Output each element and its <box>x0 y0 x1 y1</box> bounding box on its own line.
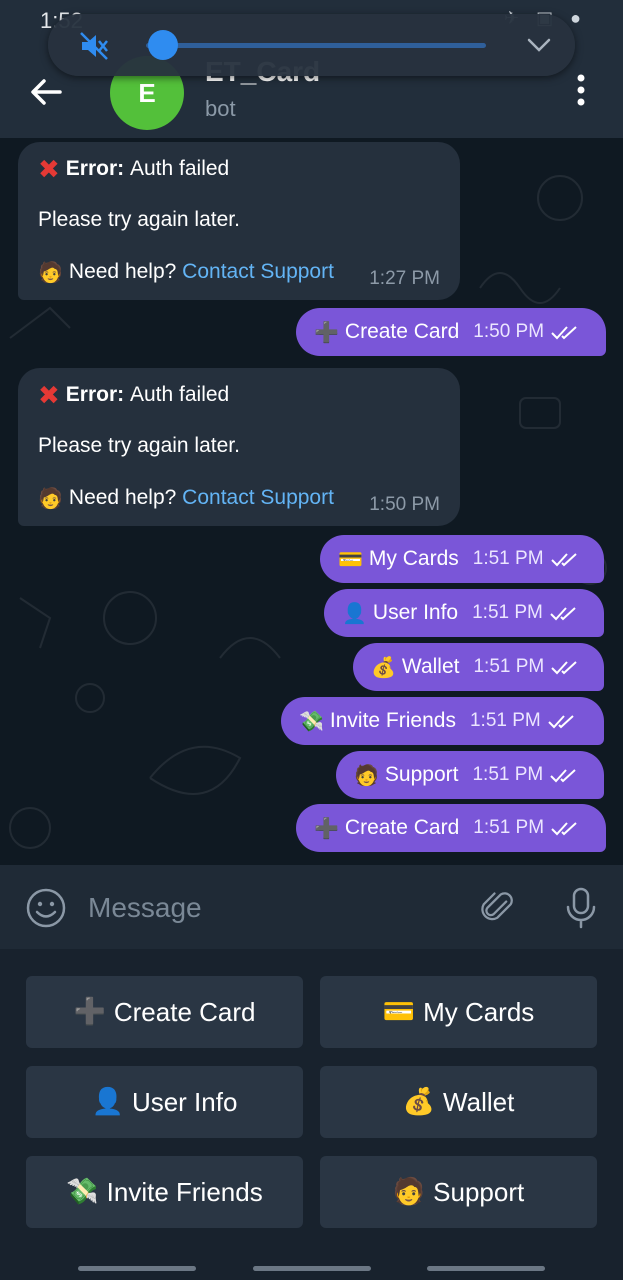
nav-handle[interactable] <box>253 1266 371 1271</box>
system-nav-bar <box>0 1258 623 1280</box>
double-check-icon <box>548 715 574 729</box>
message-composer <box>0 865 623 949</box>
message-list[interactable]: ✖ Error: Auth failed Please try again la… <box>0 138 623 865</box>
error-line: ✖ Error: Auth failed <box>38 156 229 182</box>
plus-icon: ➕ <box>314 816 339 840</box>
retry-text: Please try again later. <box>38 434 240 457</box>
incoming-message[interactable]: ✖ Error: Auth failed Please try again la… <box>18 142 460 300</box>
user-icon: 👤 <box>342 601 367 625</box>
message-text: User Info <box>372 601 459 624</box>
button-label: My Cards <box>423 996 535 1027</box>
message-time: 1:51 PM <box>472 764 544 785</box>
support-agent-icon: 🧑 <box>392 1177 426 1207</box>
message-time: 1:50 PM <box>369 494 440 515</box>
double-check-icon <box>550 769 576 783</box>
volume-slider-track[interactable] <box>146 43 486 48</box>
outgoing-message[interactable]: ➕ Create Card 1:51 PM <box>296 804 606 852</box>
error-line: ✖ Error: Auth failed <box>38 382 229 408</box>
chat-subtitle: bot <box>205 96 236 121</box>
smiley-icon[interactable] <box>25 887 67 929</box>
nav-handle[interactable] <box>78 1266 196 1271</box>
outgoing-message[interactable]: 💸 Invite Friends 1:51 PM <box>281 697 604 745</box>
keyboard-button-user-info[interactable]: 👤 User Info <box>26 1066 303 1138</box>
button-label: User Info <box>131 1086 238 1117</box>
outgoing-message[interactable]: 🧑 Support 1:51 PM <box>336 751 604 799</box>
message-text: Create Card <box>344 816 460 839</box>
credit-card-icon: 💳 <box>382 997 416 1027</box>
contact-support-link[interactable]: Contact Support <box>182 486 334 510</box>
button-label: Create Card <box>113 996 256 1027</box>
paperclip-icon[interactable] <box>478 887 518 929</box>
volume-slider-thumb[interactable] <box>148 30 178 60</box>
contact-support-link[interactable]: Contact Support <box>182 260 334 284</box>
plus-icon: ➕ <box>73 997 106 1027</box>
message-time: 1:51 PM <box>473 817 545 838</box>
double-check-icon <box>550 553 577 567</box>
chat-header: 1:52 ✈ ▣ ● E ET_Card bot <box>0 0 623 138</box>
error-text: Auth failed <box>130 157 230 180</box>
bot-keyboard: ➕ Create Card 💳 My Cards 👤 User Info 💰 W… <box>0 949 623 1280</box>
double-check-icon <box>551 822 577 836</box>
telegram-chat-screen: 1:52 ✈ ▣ ● E ET_Card bot <box>0 0 623 1280</box>
message-input[interactable] <box>88 887 448 929</box>
error-text: Auth failed <box>130 383 230 406</box>
cross-mark-icon: ✖ <box>38 154 60 184</box>
plus-icon: ➕ <box>314 320 339 344</box>
outgoing-message[interactable]: ➕ Create Card 1:50 PM <box>296 308 606 356</box>
cross-mark-icon: ✖ <box>38 380 60 410</box>
back-arrow-icon[interactable] <box>26 72 66 112</box>
incoming-message[interactable]: ✖ Error: Auth failed Please try again la… <box>18 368 460 526</box>
keyboard-button-wallet[interactable]: 💰 Wallet <box>320 1066 597 1138</box>
double-check-icon <box>550 607 576 621</box>
support-agent-icon: 🧑 <box>354 763 379 787</box>
message-text: Wallet <box>401 655 460 678</box>
message-text: Create Card <box>344 320 460 343</box>
message-time: 1:51 PM <box>472 548 544 569</box>
help-text: Need help? <box>68 260 177 283</box>
message-text: Support <box>384 763 459 786</box>
money-wings-icon: 💸 <box>299 709 324 733</box>
help-line: 🧑 Need help? Contact Support <box>38 486 334 510</box>
credit-card-icon: 💳 <box>338 547 363 571</box>
mute-icon[interactable] <box>78 30 110 62</box>
help-text: Need help? <box>68 486 177 509</box>
button-label: Support <box>433 1176 525 1207</box>
keyboard-button-support[interactable]: 🧑 Support <box>320 1156 597 1228</box>
message-time: 1:51 PM <box>473 656 545 677</box>
nav-handle[interactable] <box>427 1266 545 1271</box>
keyboard-button-invite-friends[interactable]: 💸 Invite Friends <box>26 1156 303 1228</box>
keyboard-button-create-card[interactable]: ➕ Create Card <box>26 976 303 1048</box>
double-check-icon <box>551 661 577 675</box>
user-icon: 👤 <box>91 1087 124 1117</box>
button-label: Invite Friends <box>106 1176 263 1207</box>
error-label: Error: <box>65 383 125 406</box>
help-line: 🧑 Need help? Contact Support <box>38 260 334 284</box>
more-vertical-icon[interactable] <box>566 70 596 110</box>
message-text: Invite Friends <box>329 709 456 732</box>
message-time: 1:51 PM <box>469 710 541 731</box>
support-agent-icon: 🧑 <box>38 486 63 510</box>
message-text: My Cards <box>368 547 459 570</box>
button-label: Wallet <box>443 1086 515 1117</box>
error-label: Error: <box>65 157 125 180</box>
message-time: 1:50 PM <box>473 321 545 342</box>
microphone-icon[interactable] <box>560 885 602 931</box>
keyboard-button-my-cards[interactable]: 💳 My Cards <box>320 976 597 1048</box>
outgoing-message[interactable]: 💳 My Cards 1:51 PM <box>320 535 604 583</box>
message-time: 1:27 PM <box>369 268 440 289</box>
double-check-icon <box>551 326 577 340</box>
volume-panel <box>48 14 575 76</box>
support-agent-icon: 🧑 <box>38 260 63 284</box>
outgoing-message[interactable]: 👤 User Info 1:51 PM <box>324 589 604 637</box>
retry-text: Please try again later. <box>38 208 240 231</box>
message-time: 1:51 PM <box>472 602 543 623</box>
outgoing-message[interactable]: 💰 Wallet 1:51 PM <box>353 643 604 691</box>
money-bag-icon: 💰 <box>371 655 396 679</box>
money-wings-icon: 💸 <box>66 1177 99 1207</box>
chevron-down-icon[interactable] <box>526 34 552 56</box>
money-bag-icon: 💰 <box>402 1087 436 1117</box>
